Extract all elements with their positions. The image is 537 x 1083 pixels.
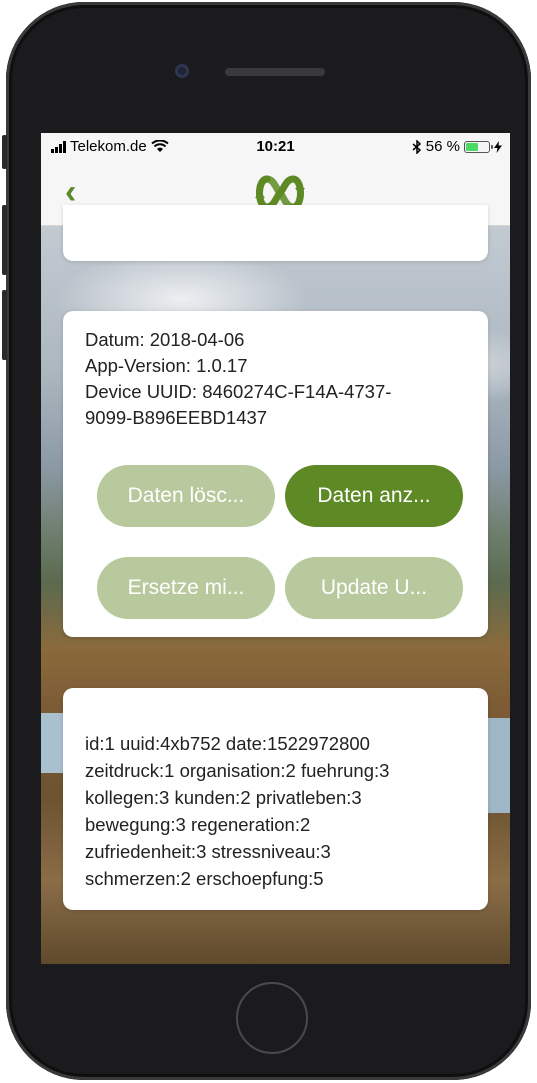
mute-switch (2, 135, 7, 169)
record-line: schmerzen:2 erschoepfung:5 (85, 868, 324, 889)
battery-percent: 56 % (425, 138, 460, 155)
record-line: zufriedenheit:3 stressniveau:3 (85, 841, 331, 862)
battery-icon (464, 140, 493, 153)
record-line: bewegung:3 regeneration:2 (85, 814, 311, 835)
status-right: 56 % (412, 138, 502, 155)
show-data-button[interactable]: Daten anz... (285, 465, 463, 527)
volume-up-button (2, 205, 7, 275)
update-button[interactable]: Update U... (285, 557, 463, 619)
home-button[interactable] (236, 982, 308, 1054)
record-line: kollegen:3 kunden:2 privatleben:3 (85, 787, 362, 808)
delete-data-button[interactable]: Daten lösc... (97, 465, 275, 527)
info-card: Datum: 2018-04-06 App-Version: 1.0.17 De… (63, 311, 488, 637)
bluetooth-icon (412, 139, 421, 154)
front-camera (175, 64, 189, 78)
app-version-line: App-Version: 1.0.17 (85, 355, 248, 376)
device-uuid-line-cont: 9099-B896EEBD1437 (85, 407, 268, 428)
status-bar: Telekom.de 10:21 56 % (41, 133, 510, 161)
replace-data-button[interactable]: Ersetze mi... (97, 557, 275, 619)
record-line: id:1 uuid:4xb752 date:1522972800 (85, 733, 370, 754)
data-record-text: id:1 uuid:4xb752 date:1522972800 zeitdru… (85, 730, 475, 892)
data-record-card: id:1 uuid:4xb752 date:1522972800 zeitdru… (63, 688, 488, 910)
date-line: Datum: 2018-04-06 (85, 329, 245, 350)
earpiece-speaker (225, 68, 325, 76)
app-screen: Telekom.de 10:21 56 % ‹ Datum: 2018-04-0… (41, 133, 510, 964)
charging-icon (494, 140, 502, 153)
app-info-text: Datum: 2018-04-06 App-Version: 1.0.17 De… (85, 327, 465, 431)
volume-down-button (2, 290, 7, 360)
previous-card (63, 205, 488, 261)
record-line: zeitdruck:1 organisation:2 fuehrung:3 (85, 760, 390, 781)
device-uuid-line: Device UUID: 8460274C-F14A-4737- (85, 381, 392, 402)
